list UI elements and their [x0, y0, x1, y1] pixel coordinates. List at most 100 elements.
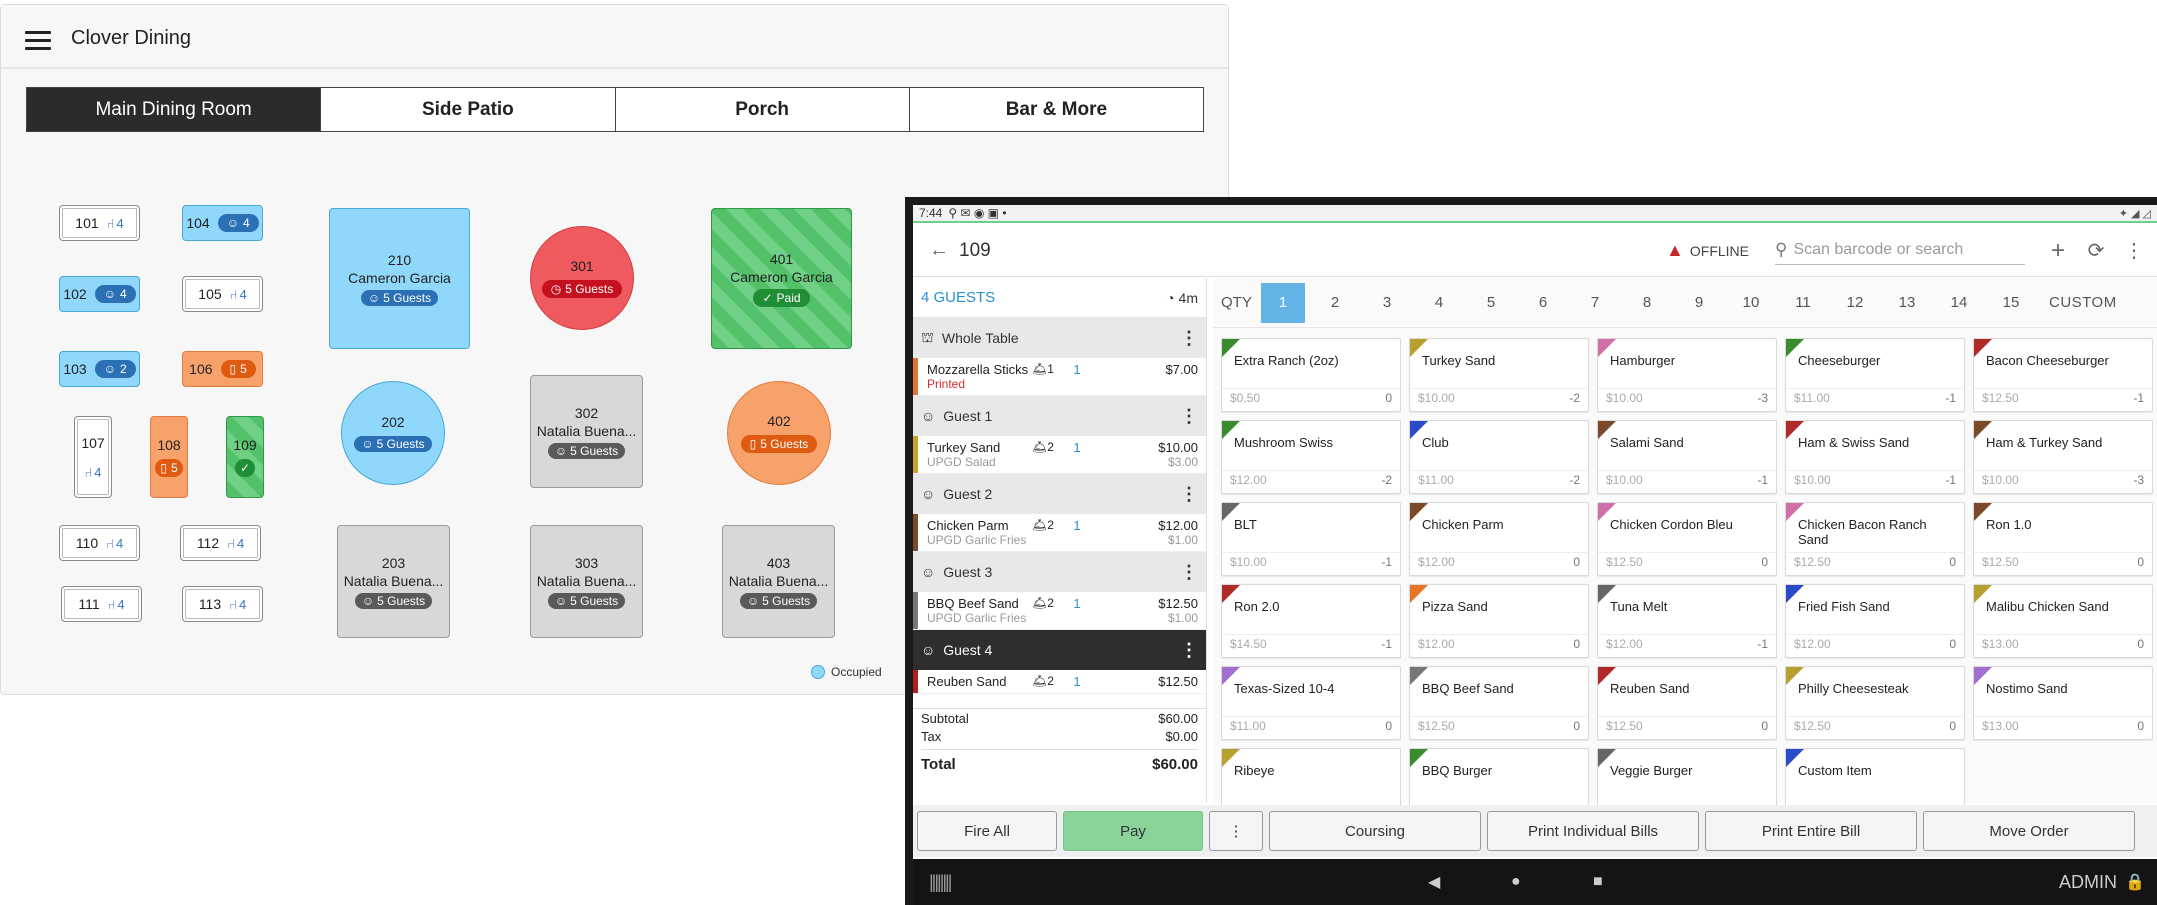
- lock-icon[interactable]: 🔒: [2125, 872, 2145, 892]
- table-303[interactable]: 303 Natalia Buena... ☺ 5 Guests: [530, 525, 643, 638]
- order-line[interactable]: Turkey Sand 🛎2 1 $10.00 UPGD Salad $3.00: [913, 436, 1206, 474]
- overflow-menu-icon[interactable]: ⋮: [2115, 238, 2153, 263]
- menu-item[interactable]: Bacon Cheeseburger $12.50 -1: [1973, 338, 2153, 412]
- menu-item[interactable]: Hamburger $10.00 -3: [1597, 338, 1777, 412]
- qty-option-2[interactable]: 2: [1313, 283, 1357, 323]
- section-menu-icon[interactable]: ⋮: [1180, 328, 1198, 349]
- menu-item[interactable]: Tuna Melt $12.00 -1: [1597, 584, 1777, 658]
- menu-item[interactable]: Salami Sand $10.00 -1: [1597, 420, 1777, 494]
- add-icon[interactable]: +: [2039, 237, 2077, 265]
- menu-item[interactable]: Ham & Turkey Sand $10.00 -3: [1973, 420, 2153, 494]
- print-individual-bills-button[interactable]: Print Individual Bills: [1487, 811, 1699, 851]
- tab-side-patio[interactable]: Side Patio: [320, 88, 615, 131]
- table-402[interactable]: 402 ▯ 5 Guests: [727, 381, 831, 485]
- menu-item[interactable]: Texas-Sized 10-4 $11.00 0: [1221, 666, 1401, 740]
- qty-option-9[interactable]: 9: [1677, 283, 1721, 323]
- menu-item[interactable]: BLT $10.00 -1: [1221, 502, 1401, 576]
- menu-item[interactable]: Ham & Swiss Sand $10.00 -1: [1785, 420, 1965, 494]
- coursing-button[interactable]: Coursing: [1269, 811, 1481, 851]
- section-whole-table[interactable]: ⛫ Whole Table ⋮: [913, 318, 1206, 358]
- qty-option-10[interactable]: 10: [1729, 283, 1773, 323]
- qty-option-11[interactable]: 11: [1781, 283, 1825, 323]
- order-line[interactable]: Chicken Parm 🛎2 1 $12.00 UPGD Garlic Fri…: [913, 514, 1206, 552]
- search-input[interactable]: ⚲ Scan barcode or search: [1775, 236, 2025, 265]
- table-302[interactable]: 302 Natalia Buena... ☺ 5 Guests: [530, 375, 643, 488]
- menu-item[interactable]: Chicken Cordon Bleu $12.50 0: [1597, 502, 1777, 576]
- section-guest-2[interactable]: ☺ Guest 2 ⋮: [913, 474, 1206, 514]
- qty-option-8[interactable]: 8: [1625, 283, 1669, 323]
- menu-item[interactable]: Mushroom Swiss $12.00 -2: [1221, 420, 1401, 494]
- section-guest-1[interactable]: ☺ Guest 1 ⋮: [913, 396, 1206, 436]
- menu-item[interactable]: Pizza Sand $12.00 0: [1409, 584, 1589, 658]
- table-210[interactable]: 210 Cameron Garcia ☺ 5 Guests: [329, 208, 470, 349]
- nav-back-icon[interactable]: ◀: [1428, 872, 1440, 892]
- qty-option-3[interactable]: 3: [1365, 283, 1409, 323]
- guests-summary[interactable]: 4 GUESTS ◔ 4m: [913, 278, 1206, 318]
- menu-icon[interactable]: [25, 31, 51, 51]
- move-order-button[interactable]: Move Order: [1923, 811, 2135, 851]
- menu-item[interactable]: Fried Fish Sand $12.00 0: [1785, 584, 1965, 658]
- section-menu-icon[interactable]: ⋮: [1180, 562, 1198, 583]
- order-line[interactable]: Reuben Sand 🛎2 1 $12.50: [913, 670, 1206, 694]
- menu-item[interactable]: BBQ Beef Sand $12.50 0: [1409, 666, 1589, 740]
- qty-option-1[interactable]: 1: [1261, 282, 1305, 323]
- barcode-icon[interactable]: ||||||||: [929, 872, 952, 893]
- print-entire-bill-button[interactable]: Print Entire Bill: [1705, 811, 1917, 851]
- order-line[interactable]: Mozzarella Sticks 🛎1 1 $7.00 Printed: [913, 358, 1206, 396]
- tab-bar-and-more[interactable]: Bar & More: [908, 88, 1203, 131]
- table-112[interactable]: 112 ⑁ 4: [180, 525, 261, 561]
- qty-option-13[interactable]: 13: [1885, 283, 1929, 323]
- qty-option-15[interactable]: 15: [1989, 283, 2033, 323]
- table-103[interactable]: 103 ☺ 2: [59, 351, 140, 387]
- section-menu-icon[interactable]: ⋮: [1180, 406, 1198, 427]
- pay-button[interactable]: Pay: [1063, 811, 1203, 851]
- menu-item[interactable]: Philly Cheesesteak $12.50 0: [1785, 666, 1965, 740]
- menu-item[interactable]: Nostimo Sand $13.00 0: [1973, 666, 2153, 740]
- qty-option-4[interactable]: 4: [1417, 283, 1461, 323]
- menu-item[interactable]: Cheeseburger $11.00 -1: [1785, 338, 1965, 412]
- menu-item[interactable]: Ron 2.0 $14.50 -1: [1221, 584, 1401, 658]
- qty-custom-button[interactable]: CUSTOM: [2049, 294, 2117, 311]
- table-101[interactable]: 101 ⑁ 4: [59, 205, 140, 241]
- tab-porch[interactable]: Porch: [614, 88, 909, 131]
- table-106[interactable]: 106 ▯ 5: [182, 351, 263, 387]
- tab-main-dining-room[interactable]: Main Dining Room: [27, 88, 321, 131]
- refresh-icon[interactable]: ⟳: [2077, 238, 2115, 263]
- table-301[interactable]: 301 ◷ 5 Guests: [530, 226, 634, 330]
- table-109[interactable]: 109 ✓: [226, 416, 264, 498]
- table-102[interactable]: 102 ☺ 4: [59, 276, 140, 312]
- table-104[interactable]: 104 ☺ 4: [182, 205, 263, 241]
- table-111[interactable]: 111 ⑁ 4: [61, 586, 142, 622]
- qty-option-6[interactable]: 6: [1521, 283, 1565, 323]
- back-arrow-icon[interactable]: ←: [919, 239, 959, 262]
- menu-item[interactable]: Reuben Sand $12.50 0: [1597, 666, 1777, 740]
- section-menu-icon[interactable]: ⋮: [1180, 640, 1198, 661]
- nav-recents-icon[interactable]: ■: [1593, 873, 1603, 891]
- qty-option-7[interactable]: 7: [1573, 283, 1617, 323]
- more-actions-button[interactable]: ⋮: [1209, 811, 1263, 851]
- menu-item[interactable]: Extra Ranch (2oz) $0.50 0: [1221, 338, 1401, 412]
- menu-item[interactable]: Turkey Sand $10.00 -2: [1409, 338, 1589, 412]
- section-guest-3[interactable]: ☺ Guest 3 ⋮: [913, 552, 1206, 592]
- qty-option-12[interactable]: 12: [1833, 283, 1877, 323]
- table-401[interactable]: 401 Cameron Garcia ✓ Paid: [711, 208, 852, 349]
- table-202[interactable]: 202 ☺ 5 Guests: [341, 381, 445, 485]
- section-menu-icon[interactable]: ⋮: [1180, 484, 1198, 505]
- qty-option-14[interactable]: 14: [1937, 283, 1981, 323]
- menu-item[interactable]: Ron 1.0 $12.50 0: [1973, 502, 2153, 576]
- qty-option-5[interactable]: 5: [1469, 283, 1513, 323]
- table-108[interactable]: 108 ▯ 5: [150, 416, 188, 498]
- table-113[interactable]: 113 ⑁ 4: [182, 586, 263, 622]
- fire-all-button[interactable]: Fire All: [917, 811, 1057, 851]
- menu-item[interactable]: Malibu Chicken Sand $13.00 0: [1973, 584, 2153, 658]
- table-110[interactable]: 110 ⑁ 4: [59, 525, 140, 561]
- section-guest-4[interactable]: ☺ Guest 4 ⋮: [913, 630, 1206, 670]
- table-105[interactable]: 105 ⑁ 4: [182, 276, 263, 312]
- order-line[interactable]: BBQ Beef Sand 🛎2 1 $12.50 UPGD Garlic Fr…: [913, 592, 1206, 630]
- table-203[interactable]: 203 Natalia Buena... ☺ 5 Guests: [337, 525, 450, 638]
- menu-item[interactable]: Club $11.00 -2: [1409, 420, 1589, 494]
- table-403[interactable]: 403 Natalia Buena... ☺ 5 Guests: [722, 525, 835, 638]
- menu-item[interactable]: Chicken Bacon Ranch Sand $12.50 0: [1785, 502, 1965, 576]
- menu-item[interactable]: Chicken Parm $12.00 0: [1409, 502, 1589, 576]
- table-107[interactable]: 107 ⑁ 4: [74, 416, 112, 498]
